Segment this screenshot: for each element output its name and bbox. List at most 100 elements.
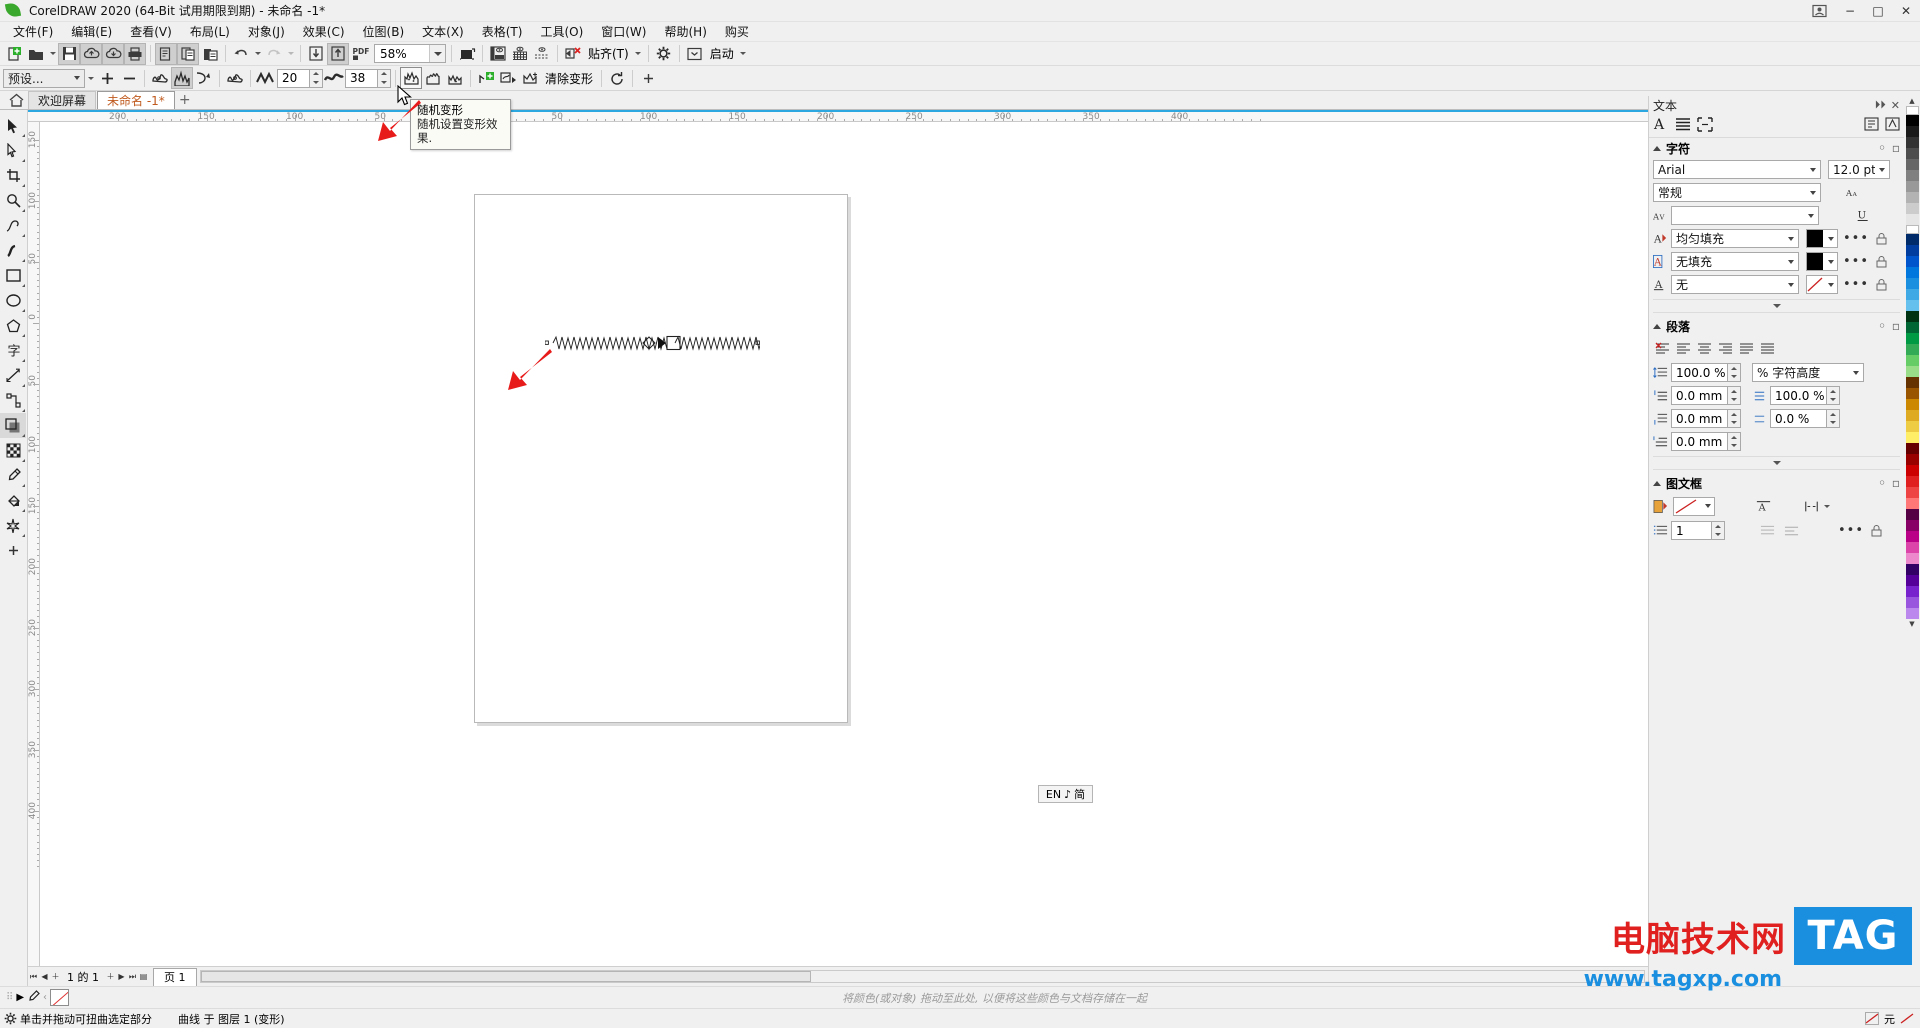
launch-label[interactable]: 启动	[706, 45, 738, 62]
kerning-caret[interactable]	[1804, 207, 1818, 224]
more-tools-button[interactable]	[0, 538, 26, 563]
frame-columns-icon[interactable]	[1804, 498, 1819, 515]
document-page[interactable]	[474, 194, 848, 723]
open-document-icon[interactable]	[25, 43, 47, 65]
export-pdf-icon[interactable]: PDF	[349, 43, 371, 65]
line-spacing-spinner[interactable]: 100.0 %	[1671, 363, 1741, 382]
frame-section-more-icon[interactable]: ▫	[1892, 476, 1900, 490]
snap-label[interactable]: 贴齐(T)	[584, 45, 633, 62]
paragraph-section-more-icon[interactable]: ▫	[1892, 319, 1900, 333]
palette-swatch[interactable]	[1905, 322, 1919, 333]
prev-page-button[interactable]: ◀	[39, 969, 50, 985]
parallel-dimension-tool[interactable]	[0, 363, 26, 388]
transparency-tool[interactable]	[0, 438, 26, 463]
frequency-up-arrow[interactable]	[378, 70, 390, 79]
frequency-arrows[interactable]	[377, 68, 391, 88]
kerning-combo[interactable]	[1671, 206, 1819, 225]
frame-columns-caret[interactable]	[1822, 495, 1831, 517]
palette-swatch[interactable]	[1905, 597, 1919, 608]
palette-swatch[interactable]	[1905, 234, 1919, 245]
palette-swatch[interactable]	[1905, 256, 1919, 267]
palette-swatch[interactable]	[1905, 225, 1919, 234]
frame-columns-up[interactable]	[1712, 522, 1724, 531]
palette-swatch[interactable]	[1905, 148, 1919, 159]
palette-swatch[interactable]	[1905, 245, 1919, 256]
maximize-button[interactable]: □	[1864, 0, 1892, 22]
first-line-indent-value[interactable]: 0.0 mm	[1671, 432, 1727, 451]
palette-swatch[interactable]	[1905, 214, 1919, 225]
ellipse-tool[interactable]	[0, 288, 26, 313]
before-paragraph-down[interactable]	[1728, 396, 1740, 405]
frame-columns-value[interactable]: 1	[1671, 521, 1711, 540]
palette-swatch[interactable]	[1905, 159, 1919, 170]
palette-swatch[interactable]	[1905, 311, 1919, 322]
fill-type-caret[interactable]	[1784, 230, 1798, 247]
last-page-button[interactable]: ⏭	[127, 969, 138, 985]
frame-fill-caret[interactable]	[1701, 498, 1714, 515]
show-grid-icon[interactable]	[509, 43, 531, 65]
character-section-reset-icon[interactable]: ◦	[1878, 141, 1886, 155]
palette-swatch[interactable]	[1905, 542, 1919, 553]
dropzone-prev-icon[interactable]: ‹	[43, 992, 47, 1003]
outline-type-caret[interactable]	[1784, 253, 1798, 270]
line-spacing-up[interactable]	[1728, 364, 1740, 373]
smooth-distortion-icon[interactable]	[422, 67, 444, 89]
artistic-media-tool[interactable]	[0, 238, 26, 263]
frame-more-button[interactable]: •••	[1836, 523, 1866, 538]
amplitude-arrows[interactable]	[309, 68, 323, 88]
fill-more-button[interactable]: •••	[1841, 231, 1871, 246]
character-section-more-icon[interactable]: ▫	[1892, 141, 1900, 155]
first-page-button[interactable]: ⏮	[28, 969, 39, 985]
line-spacing-unit-caret[interactable]	[1849, 364, 1863, 381]
horizontal-scrollbar-thumb[interactable]	[200, 971, 811, 982]
user-account-icon[interactable]	[1810, 2, 1828, 20]
underline-style-combo[interactable]: 无	[1671, 275, 1799, 294]
palette-scroll-up[interactable]: ▲	[1906, 96, 1919, 106]
paragraph-section-header[interactable]: 段落 ◦ ▫	[1649, 316, 1904, 336]
import-icon[interactable]	[305, 43, 327, 65]
fill-type-combo[interactable]: 均匀填充	[1671, 229, 1799, 248]
smart-fill-tool[interactable]	[0, 513, 26, 538]
ime-indicator[interactable]: EN ♪ 简	[1038, 785, 1093, 803]
word-spacing-down[interactable]	[1827, 419, 1839, 428]
palette-swatch[interactable]	[1905, 388, 1919, 399]
palette-swatch[interactable]	[1905, 410, 1919, 421]
menu-effects[interactable]: 效果(C)	[294, 21, 354, 42]
character-spacing-down[interactable]	[1827, 396, 1839, 405]
outline-color-caret[interactable]	[1824, 253, 1837, 270]
menu-window[interactable]: 窗口(W)	[592, 21, 655, 42]
fill-lock-icon[interactable]	[1874, 230, 1889, 247]
menu-help[interactable]: 帮助(H)	[655, 21, 715, 42]
align-justify-button[interactable]	[1737, 339, 1756, 358]
undo-dropdown-caret[interactable]	[252, 43, 263, 65]
font-family-combo[interactable]: Arial	[1653, 160, 1821, 179]
after-paragraph-value[interactable]: 0.0 mm	[1671, 409, 1727, 428]
show-guidelines-icon[interactable]	[531, 43, 553, 65]
cut-icon[interactable]	[155, 42, 177, 65]
frame-section-reset-icon[interactable]: ◦	[1878, 476, 1886, 490]
align-force-justify-button[interactable]	[1758, 339, 1777, 358]
palette-swatch[interactable]	[1905, 355, 1919, 366]
undo-icon[interactable]	[230, 43, 252, 65]
snap-off-icon[interactable]	[562, 43, 584, 65]
underline-toggle-icon[interactable]: U	[1856, 207, 1871, 224]
amplitude-spinner[interactable]: 20	[277, 68, 323, 88]
palette-swatch[interactable]	[1905, 115, 1919, 126]
palette-swatch[interactable]	[1905, 366, 1919, 377]
print-icon[interactable]	[124, 42, 146, 65]
menu-buy[interactable]: 购买	[716, 21, 758, 42]
first-line-indent-spinner[interactable]: 0.0 mm	[1671, 432, 1741, 451]
preset-list-caret[interactable]	[85, 67, 96, 89]
palette-swatch[interactable]	[1905, 586, 1919, 597]
add-preset-icon[interactable]	[96, 67, 118, 89]
paste-icon[interactable]	[199, 43, 221, 65]
zoom-level-combo[interactable]: 58%	[374, 44, 446, 63]
font-style-combo[interactable]: 常规	[1653, 183, 1821, 202]
rectangle-tool[interactable]	[0, 263, 26, 288]
palette-swatch[interactable]	[1905, 432, 1919, 443]
center-distortion-icon[interactable]	[224, 67, 246, 89]
docker-close-icon[interactable]: ✕	[1891, 99, 1900, 112]
preset-dropdown-caret[interactable]	[70, 70, 84, 87]
show-rulers-icon[interactable]	[487, 43, 509, 65]
next-page-button[interactable]: ▶	[116, 969, 127, 985]
